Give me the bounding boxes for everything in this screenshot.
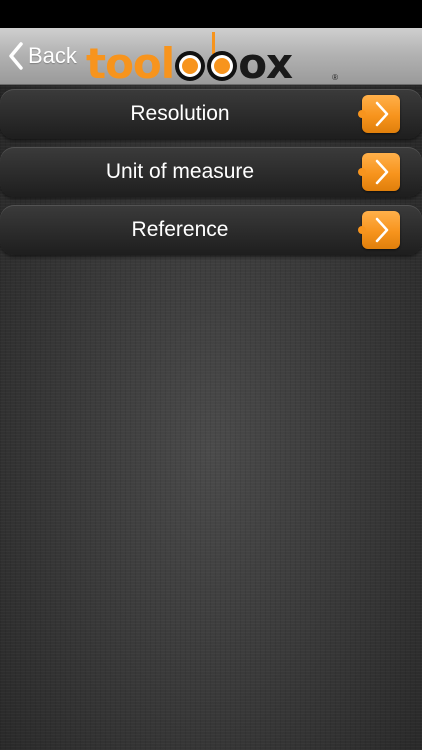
chevron-right-icon[interactable] xyxy=(358,211,400,249)
logo-b-icon xyxy=(175,51,206,81)
menu-item-label: Reference xyxy=(131,218,229,241)
status-bar xyxy=(0,0,422,28)
back-label: Back xyxy=(28,43,77,68)
logo-registered-mark: ® xyxy=(332,73,338,82)
logo-o-icon xyxy=(207,51,238,81)
menu-item-resolution[interactable]: Resolution xyxy=(0,89,422,139)
menu-item-label: Resolution xyxy=(130,102,230,125)
menu-item-label: Unit of measure xyxy=(105,160,255,183)
logo-ruler-mark xyxy=(212,32,215,54)
chevron-left-icon xyxy=(9,42,23,70)
back-button[interactable]: Back xyxy=(8,40,77,72)
chevron-right-icon[interactable] xyxy=(358,153,400,191)
menu-item-reference[interactable]: Reference xyxy=(0,205,422,255)
chevron-right-icon[interactable] xyxy=(358,95,400,133)
toolbox-logo: tool ox ® xyxy=(86,32,346,88)
logo-text-ox: ox xyxy=(238,39,293,88)
logo-text-tool: tool xyxy=(86,39,175,88)
menu-item-unit-of-measure[interactable]: Unit of measure xyxy=(0,147,422,197)
navigation-bar: Back tool ox ® xyxy=(0,28,422,85)
settings-content: Resolution Unit of measure Reference xyxy=(0,85,422,750)
